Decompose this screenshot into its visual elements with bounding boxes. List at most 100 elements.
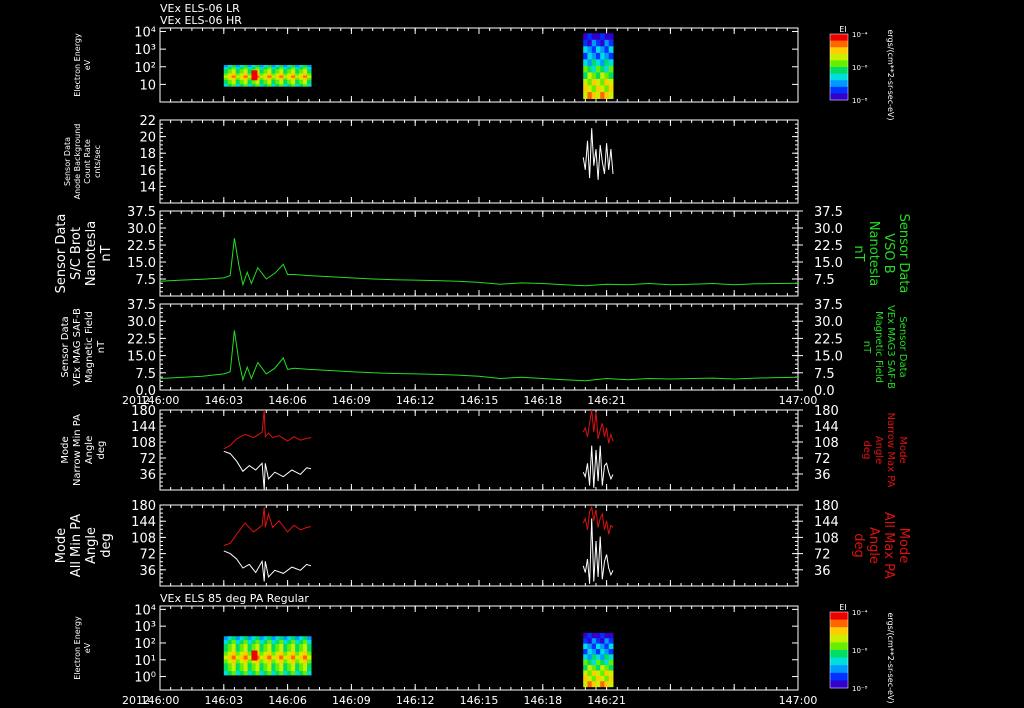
spectrogram-cell xyxy=(295,651,300,657)
spectrogram-cell xyxy=(287,636,292,641)
spectrogram-cell xyxy=(583,665,588,672)
spectrogram-hotspot xyxy=(251,650,258,661)
spectrogram-cell xyxy=(587,638,593,645)
spectrogram-cell xyxy=(291,663,296,668)
spectrogram-cell xyxy=(283,667,288,672)
y-tick-label: 15.0 xyxy=(127,256,156,271)
panel-p4: 0.0 0.07.5 7.515.0 15.022.5 22.530.0 30.037.5… xyxy=(60,298,908,407)
spectrogram-cell xyxy=(299,667,304,672)
y-tick-label: 22.5 xyxy=(127,239,156,254)
spectrogram-cell xyxy=(595,52,601,60)
spectrogram-cell xyxy=(604,78,610,86)
series-line-white xyxy=(223,550,312,582)
spectrogram-cell xyxy=(287,647,292,653)
y-axis-label: Anode Background xyxy=(73,124,82,200)
spectrogram-cell xyxy=(227,667,233,672)
spectrogram-cell xyxy=(608,649,614,655)
spectrogram-cell xyxy=(263,671,268,676)
spectrogram-cell xyxy=(303,671,308,676)
spectrogram-cell xyxy=(287,663,292,668)
y-tick-label-right: 72 xyxy=(814,452,831,467)
spectrogram-cell xyxy=(279,663,284,668)
spectrogram-cell xyxy=(239,667,245,672)
spectrogram-cell xyxy=(235,663,241,668)
spectrogram-cell xyxy=(235,671,241,676)
spectrogram-cell xyxy=(275,647,280,653)
spectrogram-hotspot xyxy=(251,70,258,81)
spectrogram-cell xyxy=(275,667,280,672)
spectrogram-cell xyxy=(608,46,614,54)
spectrogram-cell xyxy=(595,46,601,54)
spectrogram-cell xyxy=(251,667,257,672)
spectrogram-cell xyxy=(600,681,605,688)
spectrogram-cell xyxy=(227,659,233,664)
spectrogram-cell xyxy=(600,665,605,672)
spectrogram-cell xyxy=(604,46,610,54)
spectrogram-block xyxy=(223,65,312,87)
spectrogram-cell xyxy=(243,651,249,657)
spectrogram-cell xyxy=(227,636,233,641)
spectrogram-cell xyxy=(267,640,272,645)
spectrogram-cell xyxy=(235,659,241,664)
spectrogram-cell xyxy=(291,84,296,87)
spectrogram-cell xyxy=(247,655,253,660)
y-tick-label: 10⁴ xyxy=(134,26,156,41)
spectrogram-cell xyxy=(608,59,614,67)
spectrogram-cell xyxy=(251,84,257,87)
y-axis-label-right: Angle xyxy=(866,527,881,564)
spectrogram-cell xyxy=(600,91,605,99)
spectrogram-cell xyxy=(583,39,588,47)
y-tick-label: 180 xyxy=(131,499,156,514)
y-tick-label: 37.5 xyxy=(127,298,156,313)
spectrogram-cell xyxy=(263,84,268,87)
spectrogram-cell xyxy=(227,655,233,660)
spectrogram-cell xyxy=(259,663,264,668)
spectrogram-cell xyxy=(279,84,284,87)
time-tick-label: 146:03 xyxy=(204,694,243,707)
spectrogram-cell xyxy=(303,636,308,641)
y-axis-label-right: Magnetic Field xyxy=(873,311,884,383)
spectrogram-cell xyxy=(263,667,268,672)
spectrogram-cell xyxy=(604,65,610,73)
spectrogram-cell xyxy=(243,667,249,672)
spectrogram-cell xyxy=(587,670,593,677)
spectrogram-cell xyxy=(275,663,280,668)
y-tick-label: 14 xyxy=(139,180,156,195)
colorbar-segment xyxy=(830,67,848,75)
spectrogram-cell xyxy=(591,33,597,41)
spectrogram-cell xyxy=(604,632,610,639)
spectrogram-cell xyxy=(583,659,588,666)
spectrogram-cell xyxy=(287,643,292,649)
spectrogram-cell xyxy=(307,647,312,653)
spectrogram-cell xyxy=(595,78,601,86)
spectrogram-cell xyxy=(283,647,288,653)
spectrogram-cell xyxy=(279,647,284,653)
y-axis-label: Mode xyxy=(60,436,71,463)
colorbar-title: EI xyxy=(839,603,846,612)
y-axis-label-right: Mode xyxy=(897,436,908,463)
y-tick-label-right: 36 xyxy=(814,468,831,483)
spectrogram-cell xyxy=(239,651,245,657)
spectrogram-cell xyxy=(591,39,597,47)
spectrogram-cell xyxy=(283,651,288,657)
spectrogram-cell xyxy=(255,667,260,672)
spectrogram-cell xyxy=(600,649,605,655)
spectrogram-cell xyxy=(239,643,245,649)
spectrogram-cell xyxy=(295,663,300,668)
colorbar-tick-label: 10⁻⁶ xyxy=(852,64,868,72)
spectrogram-cell xyxy=(235,84,241,87)
spectrogram-cell xyxy=(275,671,280,676)
spectrogram-cell xyxy=(608,33,614,41)
spectrogram-cell xyxy=(303,643,308,649)
spectrogram-cell xyxy=(600,46,605,54)
spectrogram-cell xyxy=(303,640,308,645)
spectrogram-cell xyxy=(275,659,280,664)
spectrogram-cell xyxy=(299,655,304,660)
series-line-white xyxy=(223,450,312,491)
colorbar-segment xyxy=(830,634,848,643)
spectrogram-cell xyxy=(231,647,237,653)
y-axis-label: Magnetic Field xyxy=(84,311,95,383)
series-line-white xyxy=(582,128,614,180)
spectrogram-cell xyxy=(583,643,588,650)
spectrogram-cell xyxy=(587,675,593,682)
